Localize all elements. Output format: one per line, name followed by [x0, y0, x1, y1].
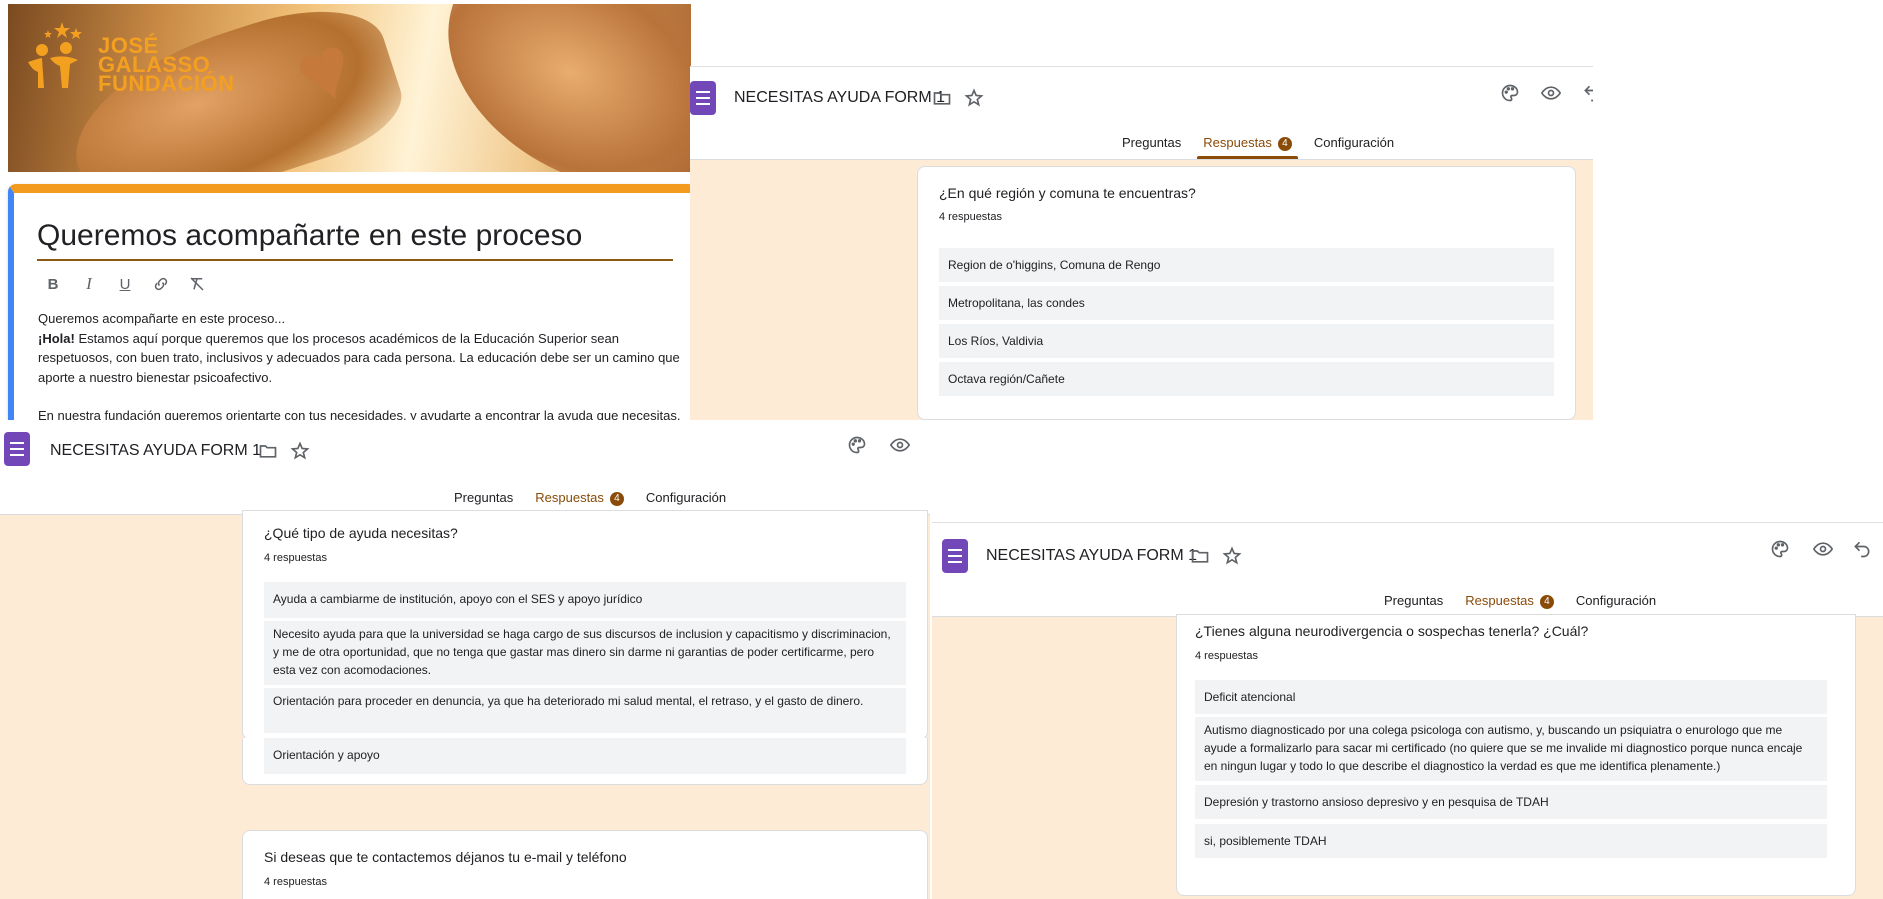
format-toolbar: B I U — [42, 273, 208, 295]
response-count: 4 respuestas — [939, 211, 1002, 223]
header-banner-image: ♥ JOSÉ GALASSO FUNDACIÓN — [8, 4, 691, 172]
question-title: Si deseas que te contactemos déjanos tu … — [264, 849, 627, 865]
question-card-footer: Orientación y apoyo — [242, 738, 928, 785]
form-title: NECESITAS AYUDA FORM 1 — [986, 547, 1198, 564]
star-icon[interactable] — [290, 441, 312, 463]
tab-configuracion[interactable]: Configuración — [1314, 135, 1394, 159]
form-title-input[interactable]: Queremos acompañarte en este proceso — [37, 219, 673, 261]
logo-text: JOSÉ GALASSO FUNDACIÓN — [98, 33, 235, 96]
responses-count-badge: 4 — [1277, 137, 1292, 151]
tab-respuestas[interactable]: Respuestas 4 — [1197, 135, 1298, 159]
response-item: Orientación y apoyo — [264, 738, 906, 774]
form-title: NECESITAS AYUDA FORM 1 — [50, 442, 262, 459]
question-title: ¿En qué región y comuna te encuentras? — [939, 185, 1196, 201]
eye-icon[interactable] — [1540, 83, 1562, 105]
paragraph-text: Estamos aquí porque queremos que los pro… — [38, 330, 680, 385]
question-card-contact: Si deseas que te contactemos déjanos tu … — [242, 830, 928, 899]
italic-icon[interactable]: I — [78, 273, 100, 295]
responses-panel-region: NECESITAS AYUDA FORM 1 Preguntas Respues… — [690, 66, 1593, 420]
response-item: Necesito ayuda para que la universidad s… — [264, 621, 906, 685]
fundacion-logo: JOSÉ GALASSO FUNDACIÓN — [20, 18, 240, 108]
form-title: NECESITAS AYUDA FORM 1 — [734, 89, 946, 106]
underline-icon[interactable]: U — [114, 273, 136, 295]
description-paragraph-2: En nuestra fundación queremos orientarte… — [38, 408, 681, 420]
palette-icon[interactable] — [1770, 539, 1792, 561]
clear-format-icon[interactable] — [186, 273, 208, 295]
logo-figures-icon — [28, 22, 82, 88]
response-item: Orientación para proceder en denuncia, y… — [264, 688, 906, 733]
form-tabs: Preguntas Respuestas 4 Configuración — [1122, 135, 1394, 159]
response-item: Metropolitana, las condes — [939, 286, 1554, 320]
star-icon[interactable] — [964, 88, 986, 110]
response-count: 4 respuestas — [1195, 650, 1258, 662]
question-title: ¿Qué tipo de ayuda necesitas? — [264, 525, 458, 541]
eye-icon[interactable] — [1812, 539, 1834, 561]
response-item: Depresión y trastorno ansioso depresivo … — [1195, 785, 1827, 819]
bold-icon[interactable]: B — [42, 273, 64, 295]
description-paragraph: ¡Hola! Estamos aquí porque queremos que … — [38, 329, 684, 388]
description-line: Queremos acompañarte en este proceso... — [38, 311, 286, 326]
response-item: Octava región/Cañete — [939, 362, 1554, 396]
response-count: 4 respuestas — [264, 552, 327, 564]
palette-icon[interactable] — [847, 435, 869, 457]
question-card: ¿Qué tipo de ayuda necesitas? 4 respuest… — [242, 510, 928, 740]
form-description-card: Queremos acompañarte en este proceso B I… — [8, 184, 692, 420]
form-header: NECESITAS AYUDA FORM 1 Preguntas Respues… — [690, 66, 1593, 160]
undo-icon[interactable] — [1582, 83, 1593, 105]
responses-count-badge: 4 — [1539, 595, 1554, 609]
responses-panel-ayuda: NECESITAS AYUDA FORM 1 Preguntas Respues… — [0, 420, 930, 899]
folder-icon[interactable] — [1190, 546, 1212, 568]
palette-icon[interactable] — [1500, 83, 1522, 105]
link-icon[interactable] — [150, 273, 172, 295]
star-icon[interactable] — [1222, 546, 1244, 568]
form-header: NECESITAS AYUDA FORM 1 Preguntas Respues… — [0, 420, 930, 515]
response-item: Los Ríos, Valdivia — [939, 324, 1554, 358]
undo-icon[interactable] — [1852, 539, 1874, 561]
responses-count-badge: 4 — [609, 492, 624, 506]
tab-preguntas[interactable]: Preguntas — [1122, 135, 1181, 159]
response-count: 4 respuestas — [264, 876, 327, 888]
forms-icon[interactable] — [4, 432, 30, 466]
question-title: ¿Tienes alguna neurodivergencia o sospec… — [1195, 623, 1589, 639]
hand-right-shape — [407, 4, 691, 172]
eye-icon[interactable] — [889, 435, 911, 457]
response-item: Region de o'higgins, Comuna de Rengo — [939, 248, 1554, 282]
response-item: Ayuda a cambiarme de institución, apoyo … — [264, 582, 906, 618]
responses-panel-neuro: NECESITAS AYUDA FORM 1 Preguntas Respues… — [932, 522, 1883, 899]
question-card: ¿En qué región y comuna te encuentras? 4… — [917, 166, 1576, 420]
response-item: Autismo diagnosticado por una colega psi… — [1195, 717, 1827, 781]
question-card: ¿Tienes alguna neurodivergencia o sospec… — [1176, 614, 1856, 896]
folder-icon[interactable] — [932, 88, 954, 110]
forms-icon[interactable] — [942, 539, 968, 573]
hola-text: ¡Hola! — [38, 330, 75, 346]
response-item: si, posiblemente TDAH — [1195, 824, 1827, 858]
folder-icon[interactable] — [258, 441, 280, 463]
form-header: NECESITAS AYUDA FORM 1 Preguntas Respues… — [932, 522, 1883, 617]
form-description-text[interactable]: Queremos acompañarte en este proceso... … — [38, 309, 684, 420]
response-item: Deficit atencional — [1195, 680, 1827, 714]
forms-icon[interactable] — [690, 81, 716, 115]
form-editor-panel: ♥ JOSÉ GALASSO FUNDACIÓN Queremos acompa… — [0, 0, 692, 420]
